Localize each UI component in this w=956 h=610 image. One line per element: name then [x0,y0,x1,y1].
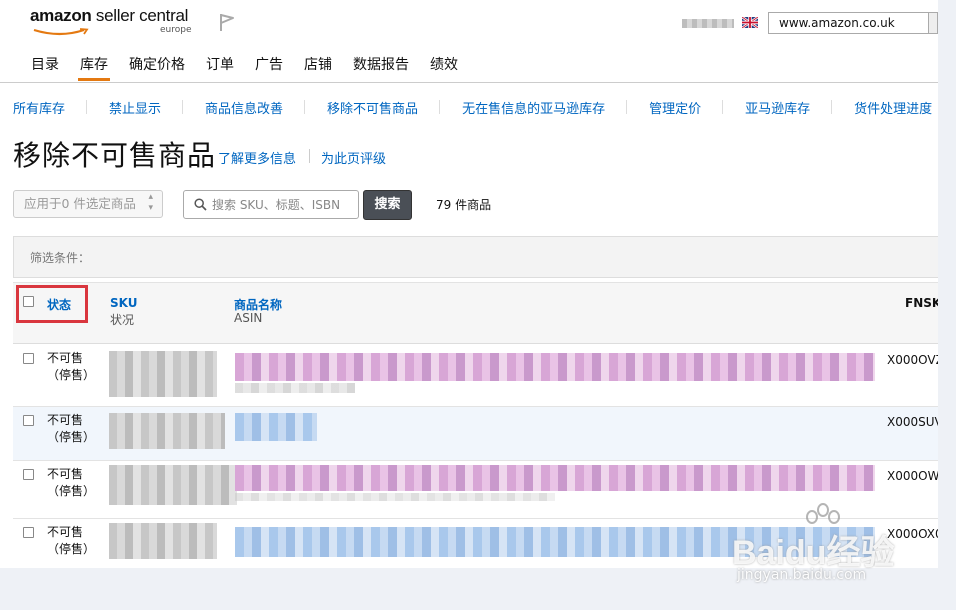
sku-blurred [109,465,237,505]
search-box[interactable] [183,190,359,219]
asin-blurred [235,383,355,393]
product-name-blurred [235,465,875,491]
column-condition: 状况 [110,313,135,327]
bulk-action-label: 应用于0 件选定商品 [24,196,136,211]
subnav-all-inventory[interactable]: 所有库存 [13,98,88,117]
subnav-manage-pricing[interactable]: 管理定价 [649,98,724,117]
select-updown-icon: ▴ ▾ [148,192,153,213]
sku-blurred [109,413,225,449]
nav-orders[interactable]: 订单 [206,54,234,84]
nav-reports[interactable]: 数据报告 [353,54,409,84]
row-fnsku: X000OVZ [887,353,938,367]
row-checkbox[interactable] [23,527,34,538]
subnav-amazon-inventory[interactable]: 亚马逊库存 [745,98,833,117]
amazon-smile-icon [33,28,89,36]
row-fnsku: X000OWV [887,469,938,483]
row-status: 不可售 [47,413,84,427]
column-asin: ASIN [234,311,263,325]
column-fnsku[interactable]: FNSKU [905,296,938,310]
baidu-jingyan-watermark: Baidu经验 jingyan.baidu.com [732,503,932,593]
row-checkbox[interactable] [23,353,34,364]
amazon-seller-central-logo[interactable]: amazon seller central europe [30,6,200,42]
table-header: 状态 SKU 状况 商品名称 ASIN FNSKU [13,282,938,344]
row-fnsku: X000SUV [887,415,938,429]
flag-icon[interactable] [218,12,236,32]
nav-pricing[interactable]: 确定价格 [129,54,185,84]
row-status: 不可售 [47,351,84,365]
search-input[interactable] [212,194,354,215]
asin-blurred [235,493,555,501]
page-title: 移除不可售商品 [13,139,217,172]
subnav-shipment-progress[interactable]: 货件处理进度 [854,98,938,117]
product-name-blurred [235,353,875,381]
account-name-blurred [682,19,734,28]
table-row: 不可售 （停售） X000SUV [13,407,938,461]
watermark-sub: jingyan.baidu.com [737,567,867,583]
row-checkbox[interactable] [23,415,34,426]
column-sku[interactable]: SKU [110,296,137,310]
learn-more-link[interactable]: 了解更多信息 [218,148,296,167]
sku-blurred [109,351,217,397]
logo-product: seller central [91,6,189,25]
logo-brand: amazon [30,6,92,25]
bulk-action-select[interactable]: 应用于0 件选定商品 ▴ ▾ [13,190,163,218]
row-checkbox[interactable] [23,469,34,480]
subnav-remove-unfulfillable[interactable]: 移除不可售商品 [327,98,441,117]
seller-central-page: amazon seller central europe www.amazon.… [0,0,938,568]
logo-region: europe [160,25,192,35]
rate-page-link[interactable]: 为此页评级 [321,148,386,167]
sku-blurred [109,523,217,559]
inventory-sub-nav: 所有库存 禁止显示 商品信息改善 移除不可售商品 无在售信息的亚马逊库存 管理定… [13,98,938,117]
nav-advertising[interactable]: 广告 [255,54,283,84]
row-status: 不可售 [47,525,84,539]
row-status-detail: （停售） [47,484,96,498]
filter-label: 筛选条件： [30,251,91,265]
nav-divider [0,82,938,83]
nav-stores[interactable]: 店铺 [304,54,332,84]
link-divider [309,149,310,163]
result-count: 79 件商品 [436,198,492,212]
nav-catalog[interactable]: 目录 [31,54,59,84]
marketplace-dropdown-arrow[interactable] [928,13,937,33]
subnav-suppressed[interactable]: 禁止显示 [109,98,184,117]
marketplace-select[interactable]: www.amazon.co.uk [768,12,938,34]
product-name-blurred [235,413,317,441]
page-gutter [938,0,956,568]
subnav-listing-improvement[interactable]: 商品信息改善 [205,98,306,117]
table-row: 不可售 （停售） X000OVZ [13,345,938,407]
subnav-stranded-inventory[interactable]: 无在售信息的亚马逊库存 [462,98,628,117]
row-status-detail: （停售） [47,430,96,444]
nav-performance[interactable]: 绩效 [430,54,458,84]
row-status-detail: （停售） [47,368,96,382]
status-column-highlight-box [16,285,88,323]
filter-bar: 筛选条件： [13,236,938,278]
row-status: 不可售 [47,467,84,481]
row-status-detail: （停售） [47,542,96,556]
search-icon [194,198,207,211]
marketplace-value: www.amazon.co.uk [779,16,895,30]
active-nav-indicator [78,78,110,81]
uk-flag-icon[interactable] [742,17,758,28]
search-button[interactable]: 搜索 [363,190,412,220]
